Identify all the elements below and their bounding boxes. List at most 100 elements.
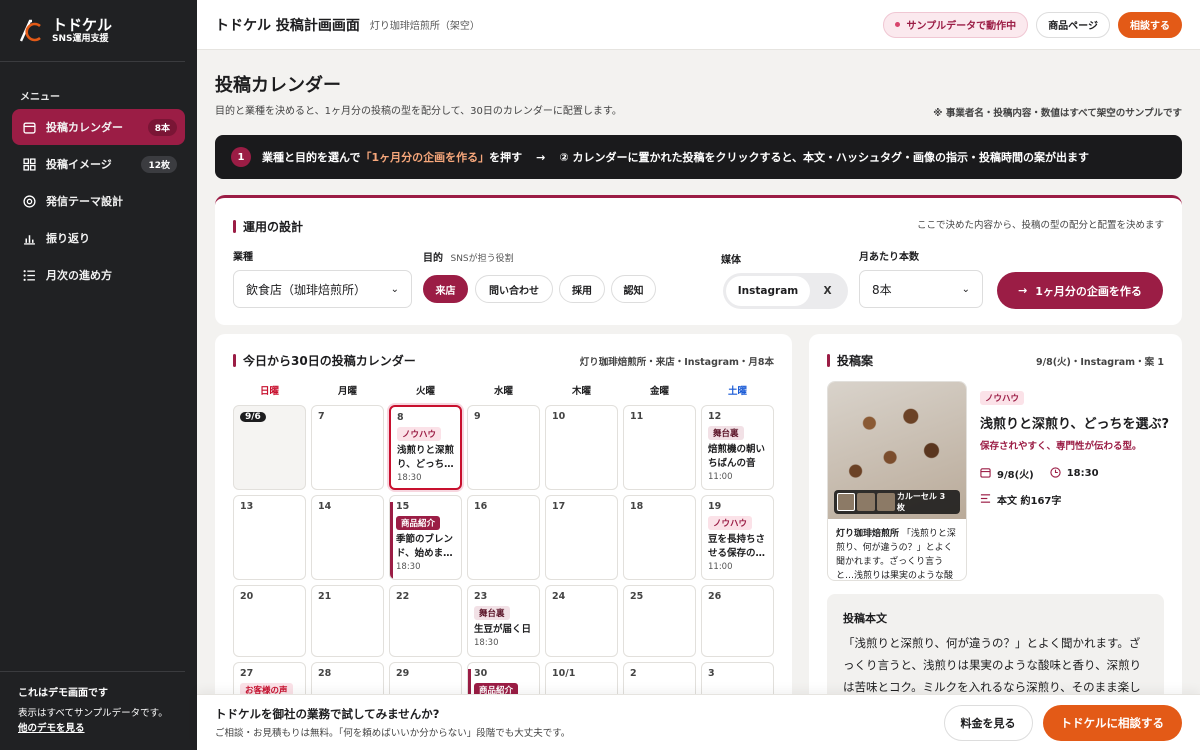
calendar-icon (980, 467, 991, 481)
list-icon (22, 268, 36, 282)
calendar-day-cell[interactable]: 17 (545, 495, 618, 580)
step1-highlight: 「1ヶ月分の企画を作る」 (360, 151, 490, 164)
monthly-count-select[interactable]: 8本 ⌄ (859, 270, 983, 308)
weekday-label: 日曜 (259, 386, 279, 397)
product-page-button[interactable]: 商品ページ (1036, 11, 1110, 38)
carousel-thumb[interactable] (856, 493, 875, 511)
calendar-day-cell[interactable]: 25 (623, 585, 696, 657)
preview-caption: 灯り珈琲焙煎所 「浅煎りと深煎り、何が違うの？」とよく聞かれます。ざっくり言うと… (836, 529, 956, 581)
calendar-day-cell[interactable]: 13 (233, 495, 306, 580)
day-number: 15 (396, 501, 410, 512)
purpose-chip-visit[interactable]: 来店 (423, 275, 468, 303)
post-title[interactable]: 浅煎りと深煎り、どっち… (397, 444, 454, 472)
view-price-button[interactable]: 料金を見る (943, 704, 1033, 741)
sidebar-item-2[interactable]: 発信テーマ設計 (12, 183, 185, 219)
post-type-tag: 舞台裏 (708, 426, 744, 440)
weekday-label: 金曜 (649, 386, 669, 397)
arrow-right-icon: → (1018, 284, 1028, 297)
consult-button[interactable]: 相談する (1118, 11, 1182, 38)
day-number: 13 (240, 501, 254, 512)
count-label: 月あたり本数 (859, 252, 919, 263)
calendar-day-cell[interactable]: 26 (701, 585, 774, 657)
post-type-tag: ノウハウ (708, 516, 753, 530)
sample-data-badge: サンプルデータで動作中 (883, 11, 1029, 38)
day-number: 7 (318, 411, 325, 422)
sidebar-item-4[interactable]: 月次の進め方 (12, 257, 185, 293)
post-title[interactable]: 焙煎機の朝いちばんの音 (708, 443, 767, 471)
industry-label: 業種 (233, 252, 253, 263)
calendar-day-cell[interactable]: 14 (311, 495, 384, 580)
day-number: 16 (474, 501, 488, 512)
post-draft-panel: 投稿案 9/8(火)・Instagram・案 1 カルーセル 3枚 灯り珈琲焙煎… (809, 334, 1182, 750)
calendar-day-cell[interactable]: 9 (467, 405, 540, 490)
calendar-day-cell[interactable]: 20 (233, 585, 306, 657)
day-number: 18 (630, 501, 644, 512)
calendar-day-cell[interactable]: 10 (545, 405, 618, 490)
post-type-tag: ノウハウ (397, 427, 442, 441)
step2-text: ② カレンダーに置かれた投稿をクリックすると、本文・ハッシュタグ・画像の指示・投… (559, 151, 1090, 164)
day-number: 25 (630, 591, 644, 602)
make-plan-button[interactable]: → 1ヶ月分の企画を作る (997, 272, 1163, 309)
sidebar-item-0[interactable]: 投稿カレンダー 8本 (12, 109, 185, 145)
post-title[interactable]: 季節のブレンド、始めま… (396, 533, 455, 561)
calendar-day-cell[interactable]: 24 (545, 585, 618, 657)
calendar-day-cell[interactable]: 11 (623, 405, 696, 490)
calendar-day-cell[interactable]: 16 (467, 495, 540, 580)
sidebar-item-1[interactable]: 投稿イメージ 12枚 (12, 146, 185, 182)
purpose-chip-awareness[interactable]: 認知 (611, 275, 656, 303)
post-preview[interactable]: カルーセル 3枚 灯り珈琲焙煎所 「浅煎りと深煎り、何が違うの？」とよく聞かれま… (827, 381, 967, 581)
media-option-instagram[interactable]: Instagram (726, 276, 810, 306)
page-title: 投稿カレンダー (215, 75, 341, 96)
draft-meta: 9/8(火)・Instagram・案 1 (1036, 357, 1164, 368)
draft-date: 9/8(火) (997, 470, 1034, 481)
weekday-header: 日曜 月曜 火曜 水曜 木曜 金曜 土曜 (233, 383, 774, 397)
media-option-x[interactable]: X (810, 285, 845, 297)
calendar-day-cell[interactable]: 9/6 (233, 405, 306, 490)
post-time: 18:30 (474, 638, 499, 648)
calendar-day-cell[interactable]: 8 ノウハウ 浅煎りと深煎り、どっち… 18:30 (389, 405, 462, 490)
step-number: 1 (231, 147, 251, 167)
post-time: 11:00 (708, 472, 733, 482)
menu-heading: メニュー (20, 92, 60, 103)
sidebar-item-3[interactable]: 振り返り (12, 220, 185, 256)
post-title[interactable]: 豆を長持ちさせる保存の… (708, 533, 767, 561)
purpose-chip-inquiry[interactable]: 問い合わせ (475, 275, 553, 303)
status-dot-icon (895, 22, 901, 27)
post-title[interactable]: 生豆が届く日 (474, 623, 533, 637)
post-time: 11:00 (708, 562, 733, 572)
day-number: 27 (240, 668, 254, 679)
calendar-day-cell[interactable]: 22 (389, 585, 462, 657)
todokeru-consult-button[interactable]: トドケルに相談する (1042, 704, 1182, 741)
brand-subtitle: SNS運用支援 (52, 33, 109, 44)
demo-notice: これはデモ画面です 表示はすべてサンプルデータです。 他のデモを見る (0, 671, 185, 750)
step1-pre: 業種と目的を選んで (262, 151, 361, 164)
main-content: 投稿カレンダー 目的と業種を決めると、1ヶ月分の投稿の型を配分して、30日のカレ… (197, 50, 1200, 750)
brand-logo-icon (18, 18, 44, 44)
post-body-title: 投稿本文 (843, 612, 887, 625)
calendar-day-cell[interactable]: 7 (311, 405, 384, 490)
calendar-day-cell[interactable]: 19 ノウハウ豆を長持ちさせる保存の… 11:00 (701, 495, 774, 580)
brand[interactable]: トドケル SNS運用支援 (0, 0, 185, 62)
arrow-right-icon: → (536, 150, 546, 164)
grid-icon (22, 157, 36, 171)
calendar-day-cell[interactable]: 23 舞台裏 生豆が届く日 18:30 (467, 585, 540, 657)
text-length-icon (980, 493, 991, 507)
carousel-thumb[interactable] (837, 493, 855, 511)
calendar-day-cell[interactable]: 15 商品紹介 季節のブレンド、始めま… 18:30 (389, 495, 462, 580)
sidebar-item-label: 発信テーマ設計 (46, 195, 123, 208)
sidebar-item-label: 投稿イメージ (46, 158, 112, 171)
calendar-day-cell[interactable]: 21 (311, 585, 384, 657)
calendar-day-cell[interactable]: 18 (623, 495, 696, 580)
industry-select[interactable]: 飲食店（珈琲焙煎所） ⌄ (233, 270, 412, 308)
page-description: 目的と業種を決めると、1ヶ月分の投稿の型を配分して、30日のカレンダーに配置しま… (215, 106, 622, 117)
carousel-thumb[interactable] (876, 493, 895, 511)
monthly-count-value: 8本 (872, 282, 892, 297)
day-number: 19 (708, 501, 722, 512)
other-demos-link[interactable]: 他のデモを見る (18, 723, 85, 734)
purpose-chip-hiring[interactable]: 採用 (559, 275, 605, 303)
instruction-bar: 1 業種と目的を選んで 「1ヶ月分の企画を作る」 を押す → ② カレンダーに置… (215, 135, 1182, 179)
day-number: 11 (630, 411, 644, 422)
weekday-label: 土曜 (727, 386, 747, 397)
calendar-day-cell[interactable]: 12 舞台裏 焙煎機の朝いちばんの音 11:00 (701, 405, 774, 490)
carousel-strip[interactable]: カルーセル 3枚 (834, 490, 960, 514)
